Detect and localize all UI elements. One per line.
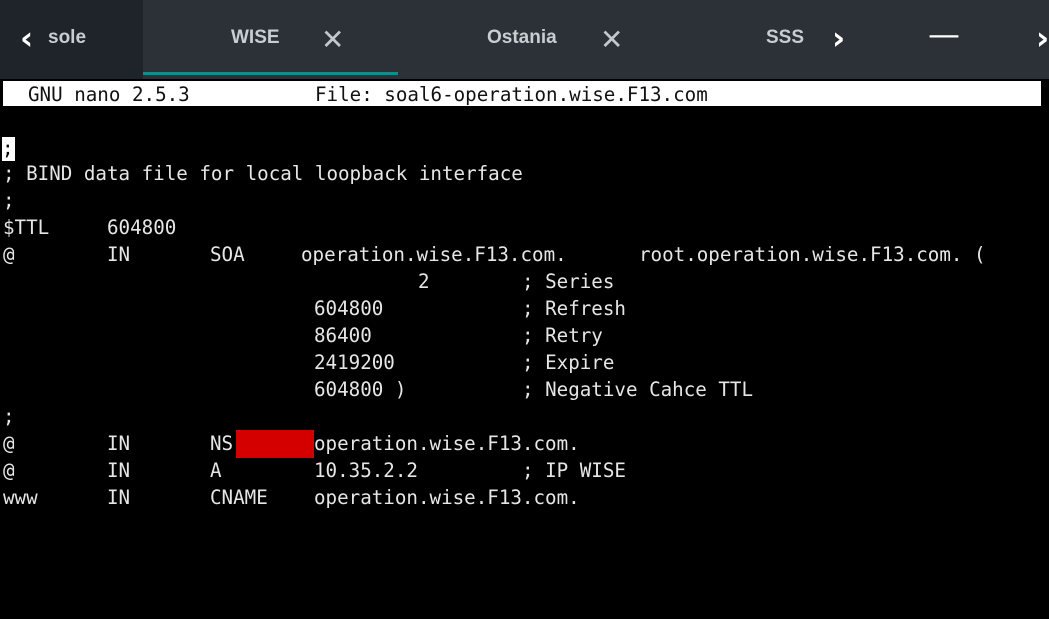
record-owner: @ xyxy=(3,459,15,482)
soa-refresh: 604800 xyxy=(314,297,384,320)
text-cursor: ; xyxy=(2,137,15,161)
record-class: IN xyxy=(107,459,131,482)
soa-expire-line: 2419200 ; Expire xyxy=(0,349,614,376)
soa-negative-comment: ; Negative Cahce TTL xyxy=(522,378,754,401)
soa-rname: root.operation.wise.F13.com. ( xyxy=(639,243,986,266)
chevron-left-icon[interactable]: ‹ xyxy=(20,22,33,54)
separator-line: ; xyxy=(0,403,23,430)
ttl-key: $TTL xyxy=(3,216,50,239)
record-owner: @ xyxy=(3,432,15,455)
record-type: CNAME xyxy=(210,486,268,509)
record-row: @ IN A 10.35.2.2 ; IP WISE xyxy=(0,457,626,484)
soa-retry: 86400 xyxy=(314,324,372,347)
close-icon[interactable]: ✕ xyxy=(600,26,623,54)
soa-owner: @ xyxy=(3,243,15,266)
soa-serial-comment: ; Series xyxy=(522,270,615,293)
zone-comment-sep-line: ; xyxy=(0,187,23,214)
active-tab-indicator xyxy=(143,72,398,75)
record-type: NS xyxy=(210,432,234,455)
zone-comment-sep: ; xyxy=(3,189,15,212)
tab-sss-label: SSS xyxy=(766,27,805,48)
soa-retry-line: 86400 ; Retry xyxy=(0,322,603,349)
redaction-box xyxy=(236,430,314,458)
soa-mname: operation.wise.F13.com. xyxy=(301,243,567,266)
soa-retry-comment: ; Retry xyxy=(522,324,603,347)
tab-ostania[interactable]: Ostania ✕ xyxy=(398,0,653,79)
nano-file-name: File: soal6-operation.wise.F13.com xyxy=(315,83,708,106)
ttl-line: $TTL 604800 xyxy=(0,214,176,241)
record-owner: www xyxy=(3,486,38,509)
record-class: IN xyxy=(107,486,131,509)
close-icon[interactable]: ✕ xyxy=(321,26,344,54)
tab-wise-label: WISE xyxy=(231,27,280,48)
tab-sole[interactable]: sole xyxy=(40,0,140,79)
record-row: @ IN NS operation.wise.F13.com. xyxy=(0,430,580,457)
soa-refresh-line: 604800 ; Refresh xyxy=(0,295,626,322)
record-comment: ; IP WISE xyxy=(522,459,626,482)
soa-class: IN xyxy=(107,243,131,266)
tab-wise[interactable]: WISE ✕ xyxy=(143,0,398,79)
record-type: A xyxy=(210,459,222,482)
record-value: operation.wise.F13.com. xyxy=(314,432,580,455)
zone-comment-line: ; BIND data file for local loopback inte… xyxy=(0,160,523,187)
soa-negative-line: 604800 ) ; Negative Cahce TTL xyxy=(0,376,753,403)
zone-comment: ; BIND data file for local loopback inte… xyxy=(3,162,523,185)
tab-ostania-label: Ostania xyxy=(487,27,557,48)
cursor-char: ; xyxy=(2,137,14,160)
chevron-right-icon[interactable]: › xyxy=(832,22,845,54)
tab-sss[interactable]: SSS xyxy=(653,0,818,79)
record-row: www IN CNAME operation.wise.F13.com. xyxy=(0,484,580,511)
soa-expire: 2419200 xyxy=(314,351,395,374)
soa-refresh-comment: ; Refresh xyxy=(522,297,626,320)
nano-title-bar: GNU nano 2.5.3 File: soal6-operation.wis… xyxy=(3,81,1041,106)
separator: ; xyxy=(3,405,15,428)
chevron-right-overflow-icon[interactable]: › xyxy=(1036,22,1049,54)
record-value: 10.35.2.2 xyxy=(314,459,418,482)
tab-bar: ‹ sole WISE ✕ Ostania ✕ SSS › — › xyxy=(0,0,1049,79)
soa-line: @ IN SOA operation.wise.F13.com. root.op… xyxy=(0,241,986,268)
soa-negative: 604800 ) xyxy=(314,378,407,401)
record-class: IN xyxy=(107,432,131,455)
nano-version: GNU nano 2.5.3 xyxy=(28,83,190,106)
soa-type: SOA xyxy=(210,243,245,266)
soa-expire-comment: ; Expire xyxy=(522,351,615,374)
tab-sole-label: sole xyxy=(48,27,87,48)
ttl-value: 604800 xyxy=(107,216,177,239)
soa-serial: 2 xyxy=(418,270,430,293)
soa-serial-line: 2 ; Series xyxy=(0,268,614,295)
record-value: operation.wise.F13.com. xyxy=(314,486,580,509)
minimize-icon[interactable]: — xyxy=(928,18,960,50)
